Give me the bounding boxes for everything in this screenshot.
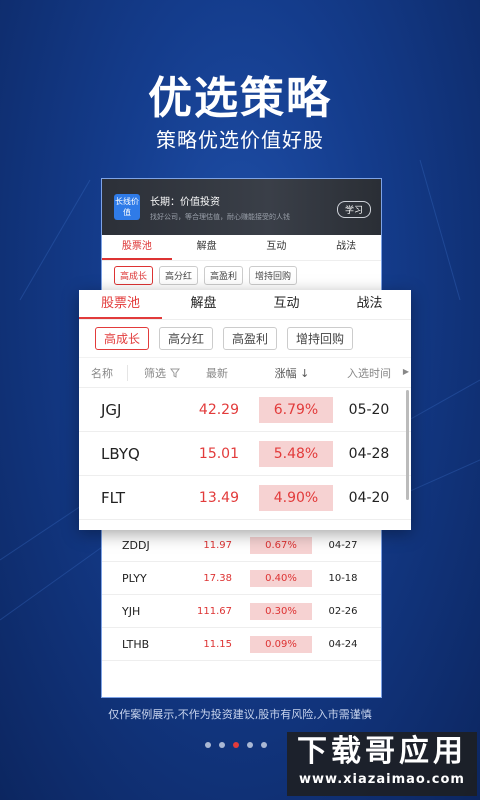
chevron-right-icon[interactable]: ▶ bbox=[403, 367, 409, 376]
mini-tab-review[interactable]: 解盘 bbox=[172, 235, 242, 260]
sort-down-icon: ↓ bbox=[300, 366, 310, 380]
mini-chip-buyback[interactable]: 增持回购 bbox=[249, 266, 298, 285]
page-dot-active[interactable] bbox=[233, 742, 239, 748]
tab-bar: 股票池 解盘 互动 战法 bbox=[79, 290, 411, 320]
filter-icon bbox=[169, 368, 180, 378]
stock-code: ZDDJ bbox=[122, 538, 150, 552]
stock-change: 0.67% bbox=[250, 536, 312, 554]
stock-change: 4.90% bbox=[259, 484, 333, 511]
watermark-url: www.xiazaimao.com bbox=[299, 772, 465, 787]
stock-change: 5.48% bbox=[259, 440, 333, 467]
phone-stock-list: ZDDJ 11.97 0.67% 04-27 PLYY 17.38 0.40% … bbox=[102, 529, 381, 661]
stock-code: JGJ bbox=[101, 400, 122, 419]
banner-subtitle: 找好公司，等合理估值，耐心赚能接受的人钱 bbox=[150, 212, 290, 221]
mini-chip-high-dividend[interactable]: 高分红 bbox=[159, 266, 199, 285]
scrollbar[interactable] bbox=[406, 390, 409, 500]
stock-date: 04-27 bbox=[328, 539, 358, 551]
page-indicator bbox=[205, 742, 267, 748]
banner-logo: 长线价值 bbox=[114, 194, 140, 220]
stock-change: 0.30% bbox=[250, 602, 312, 620]
stock-change: 6.79% bbox=[259, 396, 333, 423]
stock-price: 15.01 bbox=[198, 445, 239, 462]
stock-price: 11.97 bbox=[203, 539, 232, 551]
tab-tactics[interactable]: 战法 bbox=[328, 290, 411, 319]
header-filter[interactable]: 筛选 bbox=[127, 364, 187, 381]
learn-button[interactable]: 学习 bbox=[336, 201, 371, 218]
banner-title: 长期：价值投资 bbox=[150, 196, 220, 208]
filter-chip-row: 高成长 高分红 高盈利 增持回购 bbox=[79, 320, 411, 358]
stock-price: 111.67 bbox=[197, 605, 232, 617]
watermark-main: 下载哥应用 bbox=[297, 734, 467, 769]
mini-tab-stock-pool[interactable]: 股票池 bbox=[102, 235, 172, 260]
chip-high-profit[interactable]: 高盈利 bbox=[223, 327, 278, 350]
hero-subtitle: 策略优选价值好股 bbox=[156, 128, 324, 152]
mini-tab-interact[interactable]: 互动 bbox=[242, 235, 312, 260]
page-dot[interactable] bbox=[261, 742, 267, 748]
page-dot[interactable] bbox=[247, 742, 253, 748]
header-name[interactable]: 名称 bbox=[79, 365, 127, 381]
stock-code: FLT bbox=[101, 488, 126, 507]
stock-change: 0.40% bbox=[250, 569, 312, 587]
table-row[interactable]: YJH 111.67 0.30% 02-26 bbox=[102, 595, 381, 628]
chip-buyback[interactable]: 增持回购 bbox=[287, 327, 354, 350]
table-row[interactable]: FLT 13.49 4.90% 04-20 bbox=[79, 476, 411, 520]
tab-interact[interactable]: 互动 bbox=[245, 290, 328, 319]
stock-change: 0.09% bbox=[250, 635, 312, 653]
stock-code: PLYY bbox=[122, 571, 147, 585]
stock-price: 11.15 bbox=[203, 638, 232, 650]
mini-tab-bar: 股票池 解盘 互动 战法 bbox=[102, 235, 381, 261]
tab-stock-pool[interactable]: 股票池 bbox=[79, 290, 162, 319]
stock-date: 10-18 bbox=[328, 572, 358, 584]
stock-date: 02-26 bbox=[328, 605, 358, 617]
stock-date: 05-20 bbox=[348, 401, 390, 418]
header-date[interactable]: 入选时间 bbox=[337, 365, 401, 381]
stock-price: 42.29 bbox=[198, 401, 239, 418]
stock-price: 17.38 bbox=[203, 572, 232, 584]
hero-title: 优选策略 bbox=[148, 73, 332, 124]
stock-date: 04-28 bbox=[348, 445, 390, 462]
mini-chip-row: 高成长 高分红 高盈利 增持回购 bbox=[102, 261, 381, 290]
table-row[interactable]: JGJ 42.29 6.79% 05-20 bbox=[79, 388, 411, 432]
stock-code: LBYQ bbox=[101, 444, 140, 463]
header-change-label: 涨幅 bbox=[274, 366, 297, 380]
stock-code: LTHB bbox=[122, 637, 150, 651]
stock-code: YJH bbox=[122, 604, 141, 618]
stock-date: 04-20 bbox=[348, 489, 390, 506]
table-row[interactable]: LTHB 11.15 0.09% 04-24 bbox=[102, 628, 381, 661]
header-price[interactable]: 最新 bbox=[187, 365, 247, 381]
header-change[interactable]: 涨幅 ↓ bbox=[247, 365, 337, 381]
stock-date: 04-24 bbox=[328, 638, 358, 650]
header-filter-label: 筛选 bbox=[144, 366, 166, 380]
mini-chip-high-growth[interactable]: 高成长 bbox=[114, 266, 154, 285]
stock-price: 13.49 bbox=[198, 489, 239, 506]
chip-high-dividend[interactable]: 高分红 bbox=[159, 327, 214, 350]
tab-review[interactable]: 解盘 bbox=[162, 290, 245, 319]
stock-pool-card: 股票池 解盘 互动 战法 高成长 高分红 高盈利 增持回购 名称 筛选 最新 涨… bbox=[79, 290, 411, 530]
mini-tab-tactics[interactable]: 战法 bbox=[311, 235, 381, 260]
disclaimer: 仅作案例展示,不作为投资建议,股市有风险,入市需谨慎 bbox=[108, 708, 372, 721]
chip-high-growth[interactable]: 高成长 bbox=[95, 327, 150, 350]
table-header: 名称 筛选 最新 涨幅 ↓ 入选时间 ▶ bbox=[79, 358, 411, 388]
mini-chip-high-profit[interactable]: 高盈利 bbox=[204, 266, 244, 285]
watermark: 下载哥应用 www.xiazaimao.com bbox=[287, 732, 477, 796]
table-row[interactable]: LBYQ 15.01 5.48% 04-28 bbox=[79, 432, 411, 476]
table-row[interactable]: ZDDJ 11.97 0.67% 04-27 bbox=[102, 529, 381, 562]
table-row[interactable]: PLYY 17.38 0.40% 10-18 bbox=[102, 562, 381, 595]
page-dot[interactable] bbox=[219, 742, 225, 748]
page-dot[interactable] bbox=[205, 742, 211, 748]
strategy-banner[interactable]: 长线价值 长期：价值投资 找好公司，等合理估值，耐心赚能接受的人钱 学习 bbox=[102, 179, 381, 235]
